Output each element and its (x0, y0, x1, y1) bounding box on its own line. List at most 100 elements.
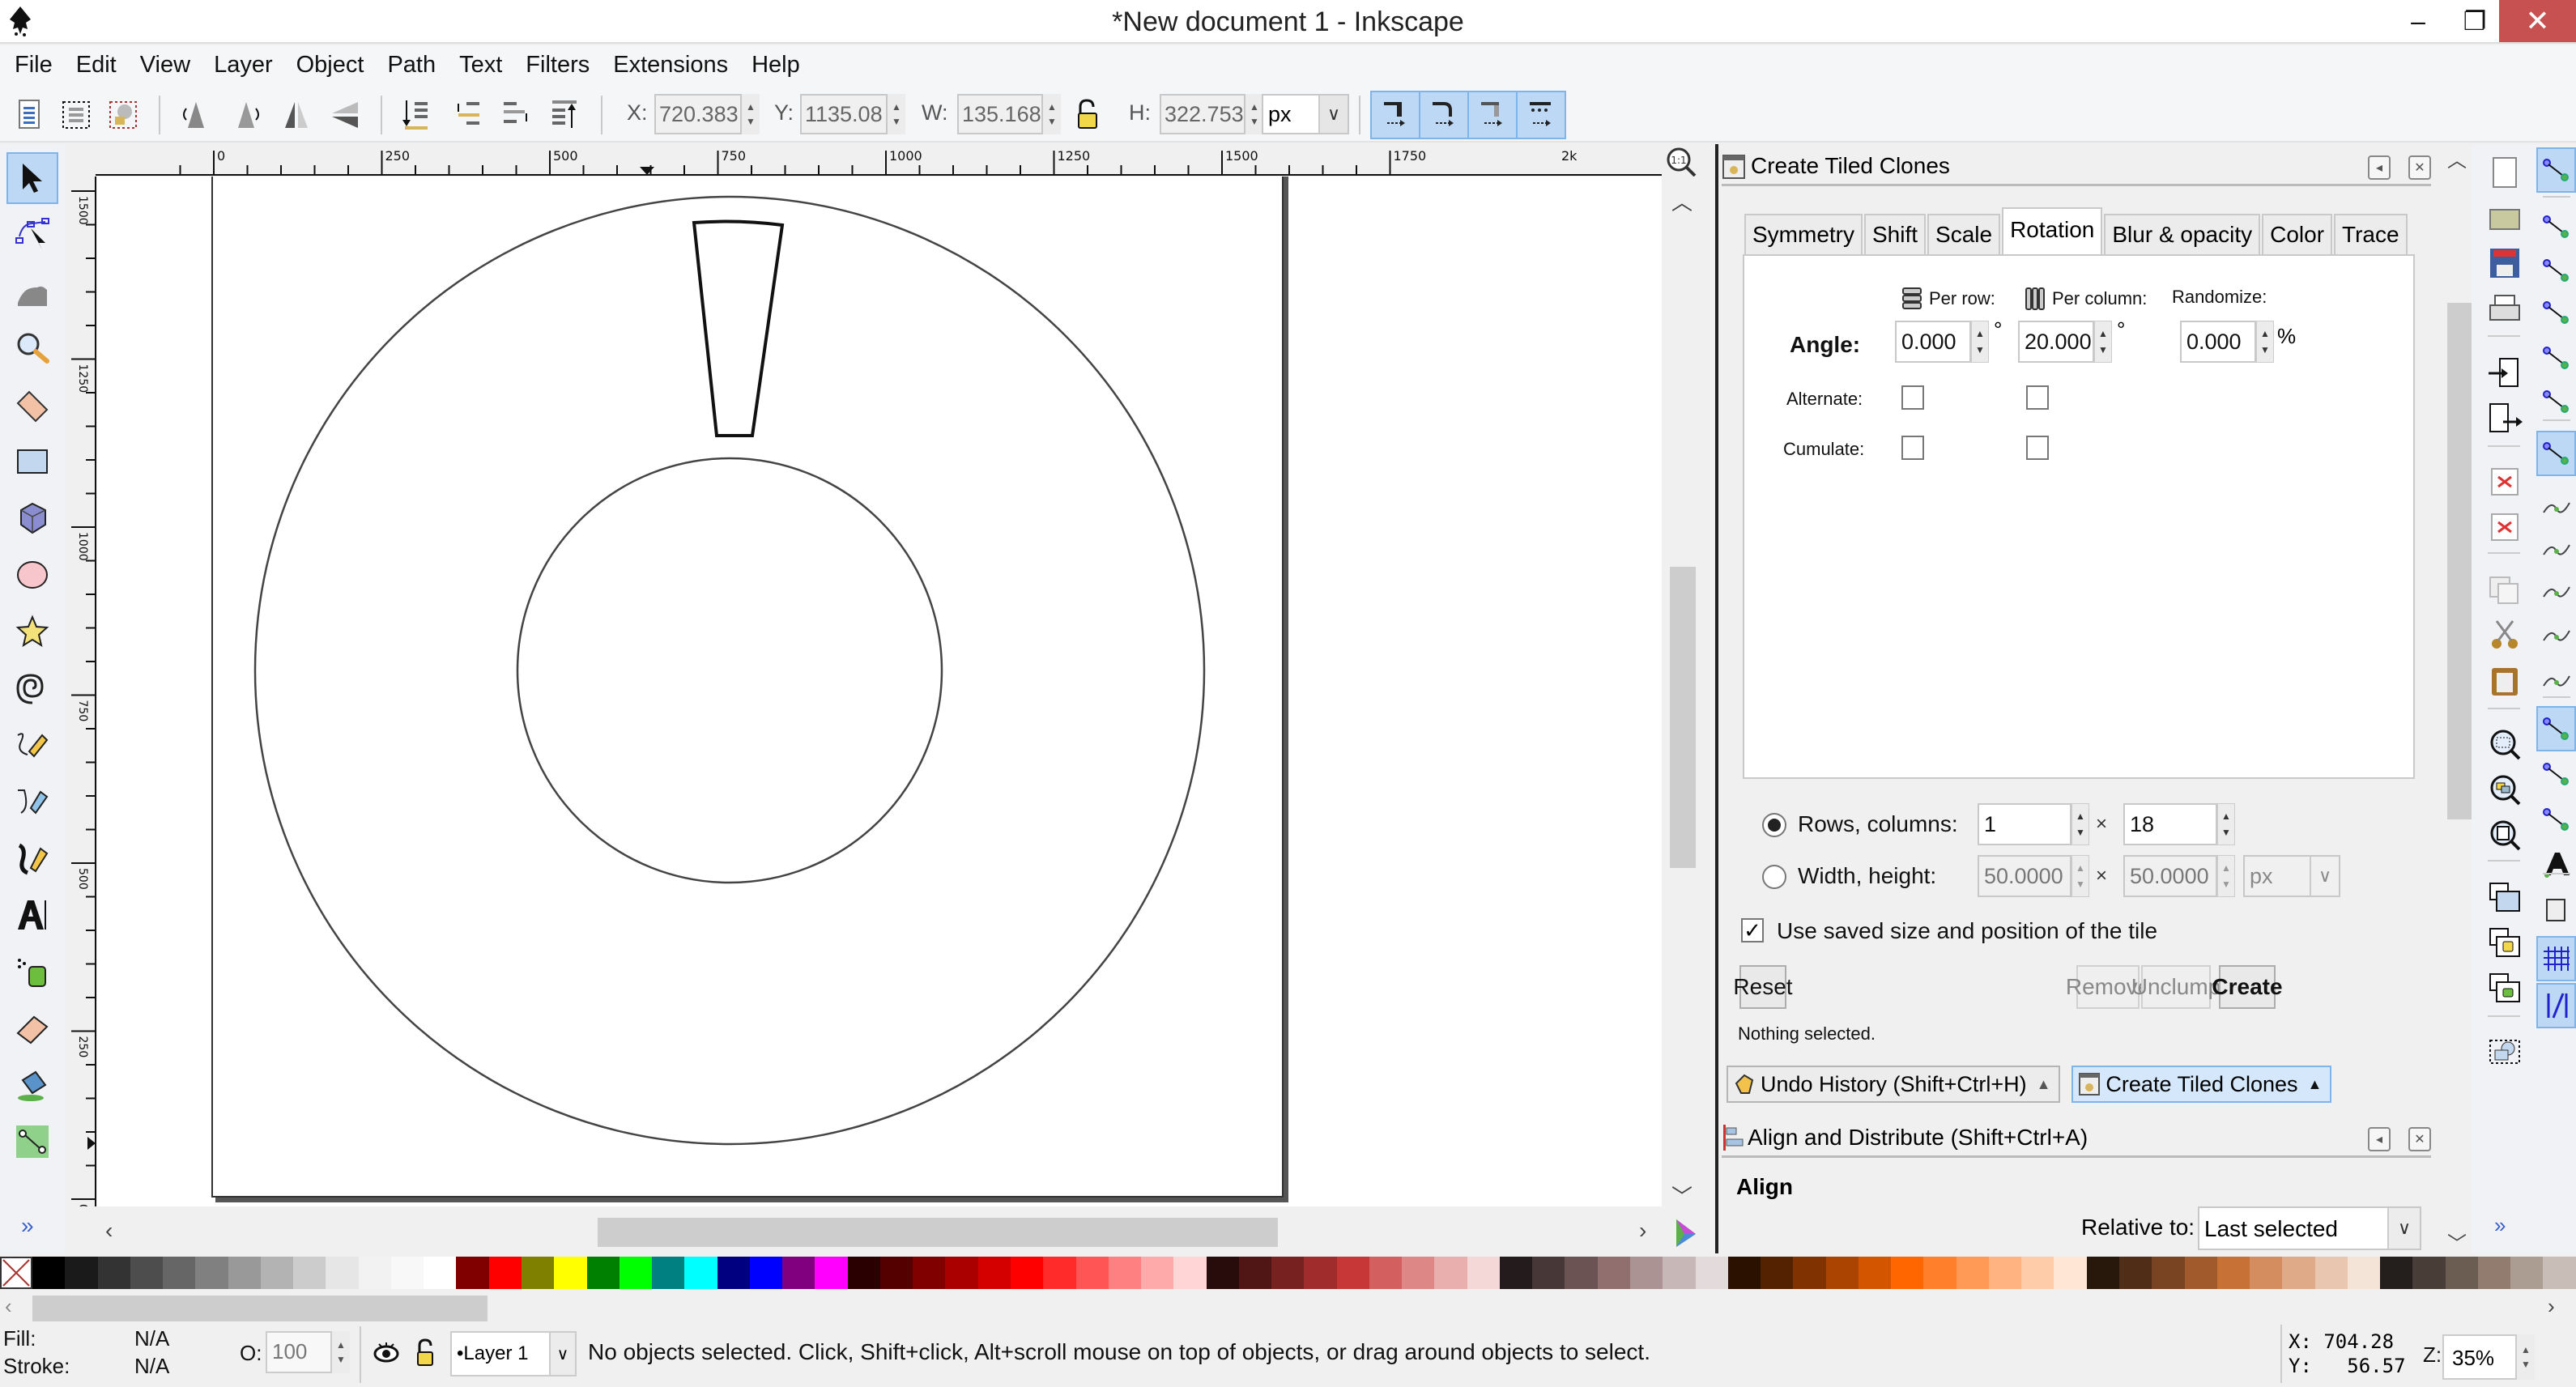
snap-page-border-toggle[interactable] (2536, 887, 2576, 933)
color-swatch[interactable] (130, 1257, 164, 1289)
deselect-icon[interactable] (105, 97, 141, 133)
canvas-horizontal-scrollbar[interactable]: ‹ › (97, 1215, 1668, 1250)
color-swatch[interactable] (2380, 1257, 2413, 1289)
menu-view[interactable]: View (140, 52, 190, 79)
color-swatch[interactable] (1434, 1257, 1467, 1289)
color-swatch[interactable] (2054, 1257, 2087, 1289)
tile-width-input[interactable]: 50.0000 (1978, 855, 2071, 897)
snap-bbox-corner-toggle[interactable] (2536, 290, 2576, 335)
color-swatch[interactable] (390, 1257, 424, 1289)
new-doc-button[interactable] (2484, 152, 2525, 193)
color-swatch[interactable] (1141, 1257, 1174, 1289)
snap-nodes-toggle[interactable] (2536, 431, 2576, 476)
layer-visibility-eye-icon[interactable] (373, 1339, 400, 1367)
tile-height-spinner[interactable]: ▲ ▼ (2217, 855, 2235, 897)
unlink-clone-button[interactable] (2484, 968, 2525, 1009)
color-swatch[interactable] (1010, 1257, 1044, 1289)
angle-randomize-spinner[interactable]: ▲ ▼ (2256, 321, 2274, 363)
color-swatch[interactable] (456, 1257, 489, 1289)
select-all-icon[interactable] (11, 97, 47, 133)
rows-columns-radio[interactable] (1762, 813, 1786, 837)
palette-scrollbar[interactable]: ‹ › (0, 1294, 2576, 1321)
color-swatch[interactable] (1238, 1257, 1272, 1289)
pen-tool[interactable] (6, 776, 58, 828)
3d-box-tool[interactable] (6, 492, 58, 544)
select-all-layers-icon[interactable] (58, 97, 94, 133)
y-spinner[interactable]: ▲ ▼ (888, 94, 905, 134)
tab-shift[interactable]: Shift (1864, 214, 1927, 256)
x-input[interactable]: 720.383 (654, 94, 742, 134)
color-swatch[interactable] (2250, 1257, 2283, 1289)
zoom-page-button[interactable] (2484, 815, 2525, 855)
scroll-right-icon[interactable]: › (1639, 1218, 1646, 1244)
color-swatch[interactable] (554, 1257, 587, 1289)
angle-per-row-spinner[interactable]: ▲ ▼ (1971, 321, 1989, 363)
color-swatch[interactable] (879, 1257, 913, 1289)
scroll-left-icon[interactable]: ‹ (5, 1294, 12, 1319)
cut-button[interactable] (2484, 615, 2525, 656)
width-height-radio[interactable] (1762, 865, 1786, 889)
snap-object-center-toggle[interactable] (2536, 751, 2576, 797)
color-swatch[interactable] (1630, 1257, 1663, 1289)
angle-per-column-input[interactable]: 20.000 (2018, 321, 2094, 363)
open-button[interactable] (2484, 198, 2525, 238)
lock-ratio-icon[interactable] (1071, 97, 1103, 133)
color-swatch[interactable] (1206, 1257, 1239, 1289)
color-swatch[interactable] (2184, 1257, 2217, 1289)
rotate-ccw-icon[interactable] (178, 97, 214, 133)
menu-object[interactable]: Object (296, 52, 364, 79)
alternate-per-row-checkbox[interactable] (1901, 385, 1924, 410)
snap-path-intersection-toggle[interactable] (2536, 525, 2576, 570)
scroll-up-icon[interactable]: ︿ (2447, 144, 2467, 172)
color-swatch[interactable] (1271, 1257, 1305, 1289)
color-swatch[interactable] (717, 1257, 750, 1289)
color-swatch[interactable] (326, 1257, 359, 1289)
color-swatch[interactable] (1923, 1257, 1956, 1289)
menu-edit[interactable]: Edit (76, 52, 117, 79)
undo-button[interactable] (2484, 462, 2525, 502)
selector-tool[interactable] (6, 152, 58, 204)
color-swatch[interactable] (977, 1257, 1011, 1289)
w-spinner[interactable]: ▲ ▼ (1043, 94, 1061, 134)
columns-input[interactable]: 18 (2123, 803, 2217, 845)
menu-text[interactable]: Text (459, 52, 502, 79)
dock-tab-tiled-clones[interactable]: Create Tiled Clones ▲ (2071, 1066, 2332, 1103)
color-swatch[interactable] (195, 1257, 228, 1289)
group-button[interactable] (2484, 1032, 2525, 1072)
color-swatch[interactable] (1988, 1257, 2022, 1289)
horizontal-scroll-thumb[interactable] (598, 1218, 1278, 1247)
color-swatch[interactable] (945, 1257, 978, 1289)
paint-bucket-tool[interactable] (6, 1059, 58, 1111)
color-swatch[interactable] (1173, 1257, 1207, 1289)
w-input[interactable]: 135.168 (957, 94, 1043, 134)
color-swatch[interactable] (1695, 1257, 1728, 1289)
connector-tool[interactable] (6, 1116, 58, 1168)
color-swatch[interactable] (2347, 1257, 2381, 1289)
transform-gradients-toggle[interactable] (1469, 92, 1518, 138)
rows-input[interactable]: 1 (1978, 803, 2071, 845)
snap-bbox-toggle[interactable] (2536, 204, 2576, 249)
snap-others-toggle[interactable] (2536, 706, 2576, 751)
color-swatch[interactable] (2445, 1257, 2478, 1289)
scroll-down-icon[interactable]: ﹀ (2447, 1227, 2467, 1256)
spray-tool[interactable] (6, 946, 58, 998)
cumulate-per-column-checkbox[interactable] (2026, 436, 2049, 460)
color-swatch[interactable] (815, 1257, 848, 1289)
color-swatch[interactable] (1793, 1257, 1826, 1289)
rows-spinner[interactable]: ▲ ▼ (2071, 803, 2089, 845)
menu-help[interactable]: Help (752, 52, 800, 79)
tab-trace[interactable]: Trace (2334, 214, 2408, 256)
color-swatch[interactable] (293, 1257, 326, 1289)
raise-icon[interactable] (499, 97, 534, 133)
tab-blur-opacity[interactable]: Blur & opacity (2104, 214, 2261, 256)
color-swatch[interactable] (1499, 1257, 1533, 1289)
color-swatch[interactable] (1467, 1257, 1500, 1289)
tweak-tool[interactable] (6, 266, 58, 317)
zoom-1-1-icon[interactable]: 1:1 (1665, 146, 1697, 178)
h-input[interactable]: 322.753 (1160, 94, 1245, 134)
scroll-left-icon[interactable]: ‹ (105, 1218, 113, 1244)
color-swatch[interactable] (2021, 1257, 2054, 1289)
tab-scale[interactable]: Scale (1927, 214, 2001, 256)
color-swatch[interactable] (97, 1257, 130, 1289)
save-button[interactable] (2484, 243, 2525, 283)
